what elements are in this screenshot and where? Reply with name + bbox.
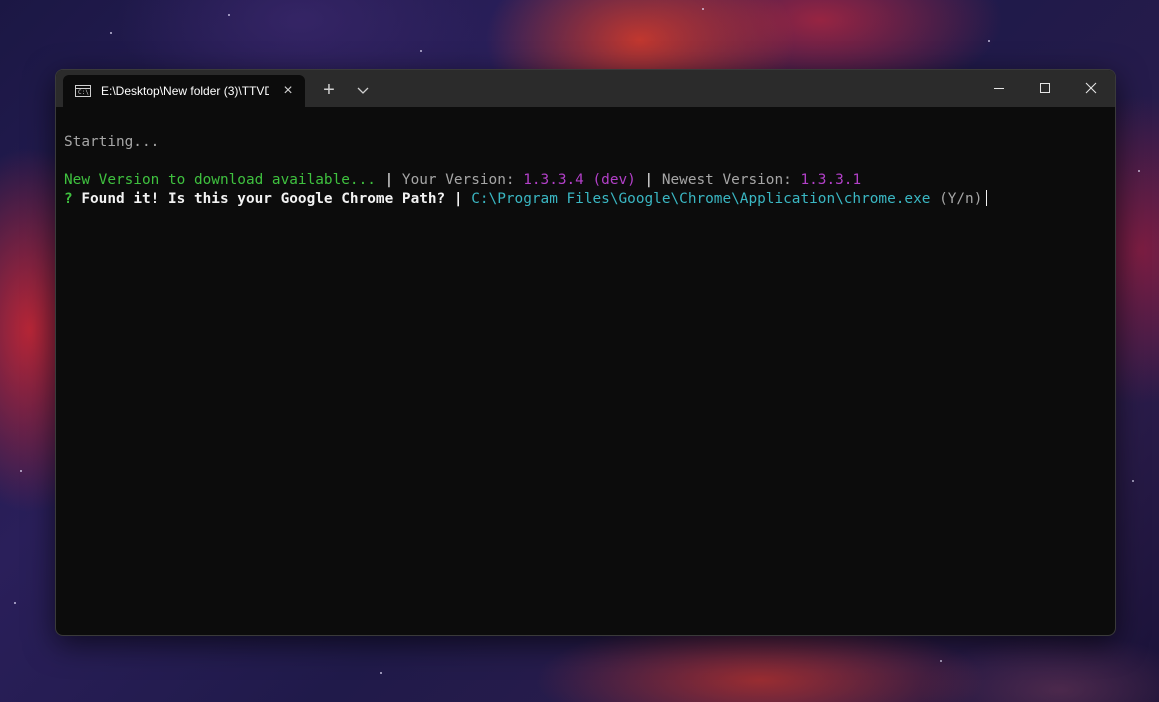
newest-version-label: Newest Version: bbox=[661, 172, 801, 188]
star-decoration bbox=[1138, 170, 1140, 172]
terminal-icon: C:\ bbox=[75, 85, 91, 97]
empty-line bbox=[64, 152, 1115, 171]
tab-dropdown-button[interactable] bbox=[352, 79, 374, 101]
your-version-value: 1.3.3.4 (dev) bbox=[523, 172, 636, 188]
minimize-icon bbox=[994, 88, 1004, 89]
separator: | bbox=[635, 172, 662, 188]
star-decoration bbox=[14, 602, 16, 604]
version-line: New Version to download available... | Y… bbox=[64, 171, 1115, 190]
title-bar[interactable]: C:\ E:\Desktop\New folder (3)\TTVDropsBo… bbox=[56, 70, 1115, 107]
star-decoration bbox=[988, 40, 990, 42]
close-icon[interactable]: × bbox=[281, 82, 295, 99]
tab-terminal[interactable]: C:\ E:\Desktop\New folder (3)\TTVDropsBo… bbox=[63, 75, 305, 107]
plus-icon: + bbox=[323, 79, 335, 101]
new-tab-button[interactable]: + bbox=[318, 79, 340, 101]
terminal-window: C:\ E:\Desktop\New folder (3)\TTVDropsBo… bbox=[55, 69, 1116, 636]
star-decoration bbox=[110, 32, 112, 34]
star-decoration bbox=[940, 660, 942, 662]
maximize-icon bbox=[1040, 83, 1050, 93]
your-version-label: Your Version: bbox=[401, 172, 524, 188]
prompt-line: ? Found it! Is this your Google Chrome P… bbox=[64, 190, 1115, 209]
close-tab-label: × bbox=[283, 82, 293, 99]
star-decoration bbox=[702, 8, 704, 10]
maximize-button[interactable] bbox=[1022, 70, 1068, 107]
terminal-output[interactable]: Starting... New Version to download avail… bbox=[56, 107, 1115, 635]
minimize-button[interactable] bbox=[976, 70, 1022, 107]
star-decoration bbox=[420, 50, 422, 52]
star-decoration bbox=[20, 470, 22, 472]
chrome-path: C:\Program Files\Google\Chrome\Applicati… bbox=[471, 191, 931, 207]
prompt-options: (Y/n) bbox=[930, 191, 983, 207]
newest-version-value: 1.3.3.1 bbox=[800, 172, 862, 188]
starting-line: Starting... bbox=[64, 134, 160, 150]
separator: | bbox=[375, 172, 402, 188]
text-cursor[interactable] bbox=[986, 190, 988, 206]
prompt-question: Found it! Is this your Google Chrome Pat… bbox=[72, 191, 472, 207]
tab-title: E:\Desktop\New folder (3)\TTVDropsBot bbox=[101, 84, 269, 98]
close-icon bbox=[1085, 82, 1097, 94]
prompt-mark: ? bbox=[64, 191, 73, 207]
star-decoration bbox=[380, 672, 382, 674]
star-decoration bbox=[1132, 480, 1134, 482]
star-decoration bbox=[228, 14, 230, 16]
chevron-down-icon bbox=[357, 87, 369, 94]
terminal-icon-label: C:\ bbox=[78, 89, 89, 96]
update-notice: New Version to download available... bbox=[64, 172, 376, 188]
window-close-button[interactable] bbox=[1068, 70, 1114, 107]
